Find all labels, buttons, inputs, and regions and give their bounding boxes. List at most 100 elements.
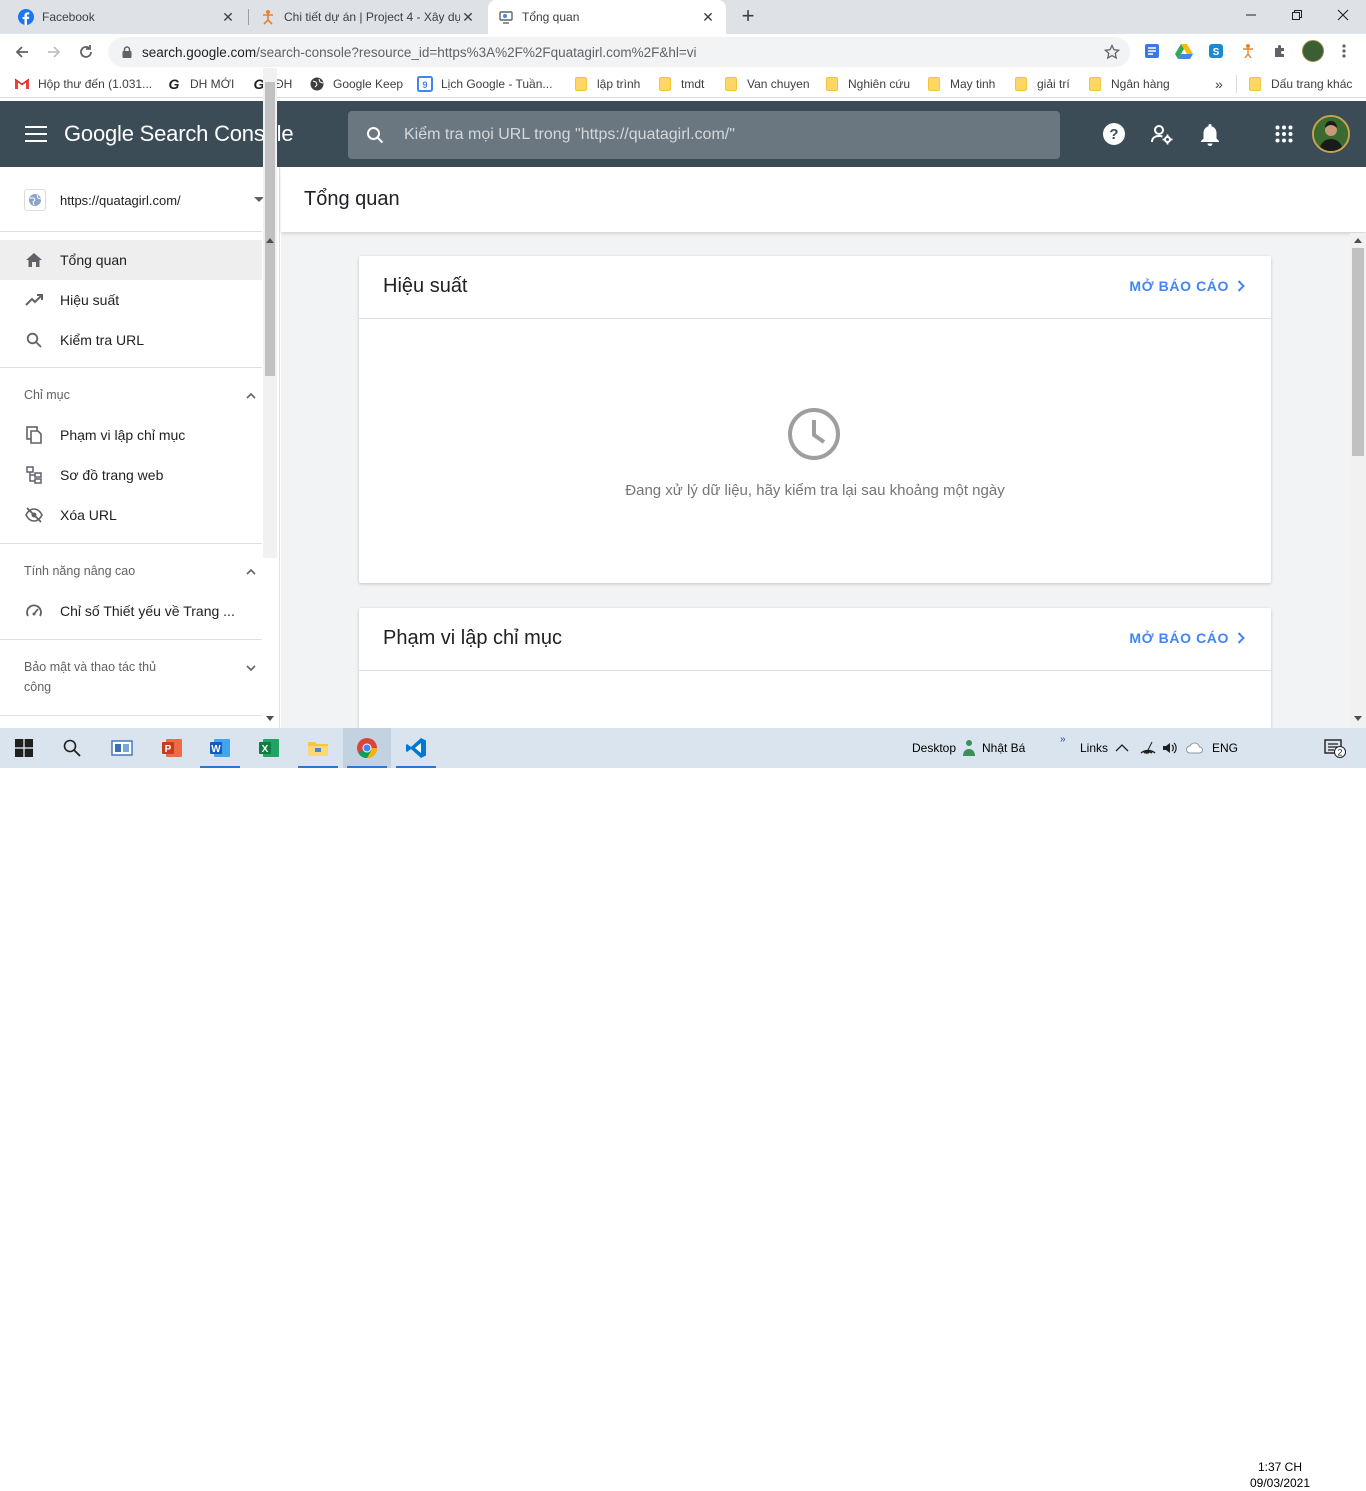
figure-extension-icon[interactable] (1238, 41, 1258, 61)
windows-start-icon[interactable] (0, 728, 48, 768)
tab-project[interactable]: Chi tiết dự án | Project 4 - Xây dự ✕ (250, 0, 486, 34)
google-drive-icon[interactable] (1174, 41, 1194, 61)
language-indicator[interactable]: ENG (1212, 728, 1238, 768)
menu-kebab-icon[interactable] (1334, 41, 1354, 61)
tab-title: Tổng quan (522, 10, 580, 24)
scroll-down-arrow-icon[interactable] (266, 716, 274, 722)
powerpoint-icon[interactable]: P (148, 728, 196, 768)
task-view-icon[interactable] (98, 728, 146, 768)
section-header-chi-muc[interactable]: Chỉ mục (24, 385, 244, 405)
url-inspection-search[interactable] (348, 111, 1060, 159)
volume-icon[interactable] (1162, 728, 1178, 768)
scroll-up-arrow-icon[interactable] (266, 237, 274, 243)
excel-icon[interactable]: X (245, 728, 293, 768)
extension-save-icon[interactable] (1142, 41, 1162, 61)
bookmark-folder-lap-trinh[interactable]: lập trình (573, 70, 640, 98)
help-icon[interactable]: ? (1101, 121, 1127, 147)
scroll-up-arrow-icon[interactable] (1354, 237, 1362, 243)
sidebar-item-tong-quan[interactable]: Tổng quan (0, 240, 262, 280)
file-explorer-icon[interactable] (294, 728, 342, 768)
chevron-up-icon[interactable] (245, 390, 257, 402)
sidebar-item-core-web-vitals[interactable]: Chỉ số Thiết yếu về Trang ... (0, 591, 262, 631)
open-report-link[interactable]: MỞ BÁO CÁO (1129, 278, 1245, 294)
close-icon[interactable]: ✕ (700, 9, 716, 25)
menu-icon[interactable] (22, 122, 50, 146)
reload-button[interactable] (72, 38, 100, 66)
profile-avatar[interactable] (1302, 40, 1324, 62)
restore-button[interactable] (1274, 0, 1320, 30)
star-icon[interactable] (1104, 44, 1120, 60)
folder-icon (1013, 76, 1029, 92)
bookmark-folder-giai-tri[interactable]: giải trí (1013, 70, 1070, 98)
word-icon[interactable]: W (196, 728, 244, 768)
address-bar[interactable]: search.google.com/search-console?resourc… (108, 37, 1130, 67)
user-toolbar[interactable]: Nhật Bá (962, 728, 1025, 768)
sidebar-item-kiem-tra-url[interactable]: Kiểm tra URL (0, 320, 262, 360)
close-window-button[interactable] (1320, 0, 1366, 30)
url-path: /search-console?resource_id=https%3A%2F%… (256, 44, 697, 60)
card-header: Phạm vi lập chỉ mục MỞ BÁO CÁO (359, 608, 1271, 671)
main-scrollbar-thumb[interactable] (1352, 248, 1364, 456)
toolbar-expand-chevron[interactable]: » (1060, 719, 1066, 759)
chrome-icon[interactable] (343, 728, 391, 768)
sidebar-divider (0, 367, 262, 368)
bookmark-folder-ngan-hang[interactable]: Ngân hàng (1087, 70, 1170, 98)
section-header-tinh-nang-nang-cao[interactable]: Tính năng nâng cao (24, 561, 244, 581)
chevron-down-icon[interactable] (245, 662, 257, 674)
skype-icon[interactable]: S (1206, 41, 1226, 61)
close-icon[interactable]: ✕ (460, 9, 476, 25)
section-header-bao-mat[interactable]: Bảo mật và thao tác thủ công (24, 657, 184, 697)
scroll-down-arrow-icon[interactable] (1354, 716, 1362, 722)
sidebar-item-xoa-url[interactable]: Xóa URL (0, 495, 262, 535)
sidebar-item-so-do-trang-web[interactable]: Sơ đồ trang web (0, 455, 262, 495)
close-icon[interactable]: ✕ (220, 9, 236, 25)
apps-grid-icon[interactable] (1271, 121, 1297, 147)
sidebar-item-hieu-suat[interactable]: Hiệu suất (0, 280, 262, 320)
search-icon (24, 330, 44, 350)
open-report-link[interactable]: MỞ BÁO CÁO (1129, 630, 1245, 646)
svg-text:X: X (262, 744, 269, 755)
url-host: search.google.com (142, 44, 257, 60)
bookmark-dh-moi[interactable]: G DH MỚI (166, 70, 235, 98)
bookmark-folder-nghien-cuu[interactable]: Nghiên cứu (824, 70, 910, 98)
wifi-icon[interactable] (1140, 728, 1156, 768)
action-center-icon[interactable]: 2 (1324, 728, 1346, 768)
url-text: search.google.com/search-console?resourc… (142, 45, 697, 60)
notifications-bell-icon[interactable] (1197, 121, 1223, 147)
bookmark-gmail[interactable]: Hộp thư đến (1.031... (14, 70, 152, 98)
bookmark-folder-may-tinh[interactable]: May tinh (926, 70, 995, 98)
weather-cloud-icon[interactable] (1186, 728, 1204, 768)
desktop-toolbar[interactable]: Desktop (912, 728, 956, 768)
property-selector[interactable]: https://quatagirl.com/ (24, 185, 268, 215)
sidebar-scrollbar-thumb[interactable] (265, 82, 275, 376)
new-tab-button[interactable]: + (736, 5, 760, 29)
search-console-logo[interactable]: Google Search Console (64, 121, 294, 147)
clock-date[interactable]: 1:37 CH 09/03/2021 (1248, 1459, 1312, 1491)
more-bookmarks-button[interactable]: » (1215, 70, 1223, 98)
sidebar-item-label: Sơ đồ trang web (60, 467, 164, 483)
links-toolbar[interactable]: Links (1080, 728, 1108, 768)
bookmark-folder-tmdt[interactable]: tmdt (657, 70, 704, 98)
processing-message: Đang xử lý dữ liệu, hãy kiểm tra lại sau… (625, 482, 1005, 499)
search-icon[interactable] (48, 728, 96, 768)
account-avatar[interactable] (1312, 115, 1350, 153)
back-button[interactable] (8, 38, 36, 66)
chevron-up-icon[interactable] (245, 566, 257, 578)
bookmark-other[interactable]: Dấu trang khác (1247, 70, 1352, 98)
vscode-icon[interactable] (392, 728, 440, 768)
file-copy-icon (24, 425, 44, 445)
bookmark-folder-van-chuyen[interactable]: Van chuyen (723, 70, 810, 98)
bookmark-google-calendar[interactable]: 9 Lịch Google - Tuần... (417, 70, 552, 98)
tab-tong-quan[interactable]: Tổng quan ✕ (488, 0, 726, 34)
date-label: 09/03/2021 (1249, 1476, 1311, 1490)
sidebar-item-pham-vi-lap-chi-muc[interactable]: Phạm vi lập chỉ mục (0, 415, 262, 455)
url-inspection-input[interactable] (404, 126, 1024, 144)
minimize-button[interactable] (1228, 0, 1274, 30)
forward-button[interactable] (40, 38, 68, 66)
manage-users-icon[interactable] (1149, 121, 1175, 147)
bookmark-google-keep[interactable]: Google Keep (309, 70, 403, 98)
tab-facebook[interactable]: Facebook ✕ (8, 0, 246, 34)
show-hidden-icons-chevron-up-icon[interactable] (1115, 728, 1129, 768)
extensions-puzzle-icon[interactable] (1270, 41, 1290, 61)
tab-title: Chi tiết dự án | Project 4 - Xây dự (284, 10, 460, 24)
